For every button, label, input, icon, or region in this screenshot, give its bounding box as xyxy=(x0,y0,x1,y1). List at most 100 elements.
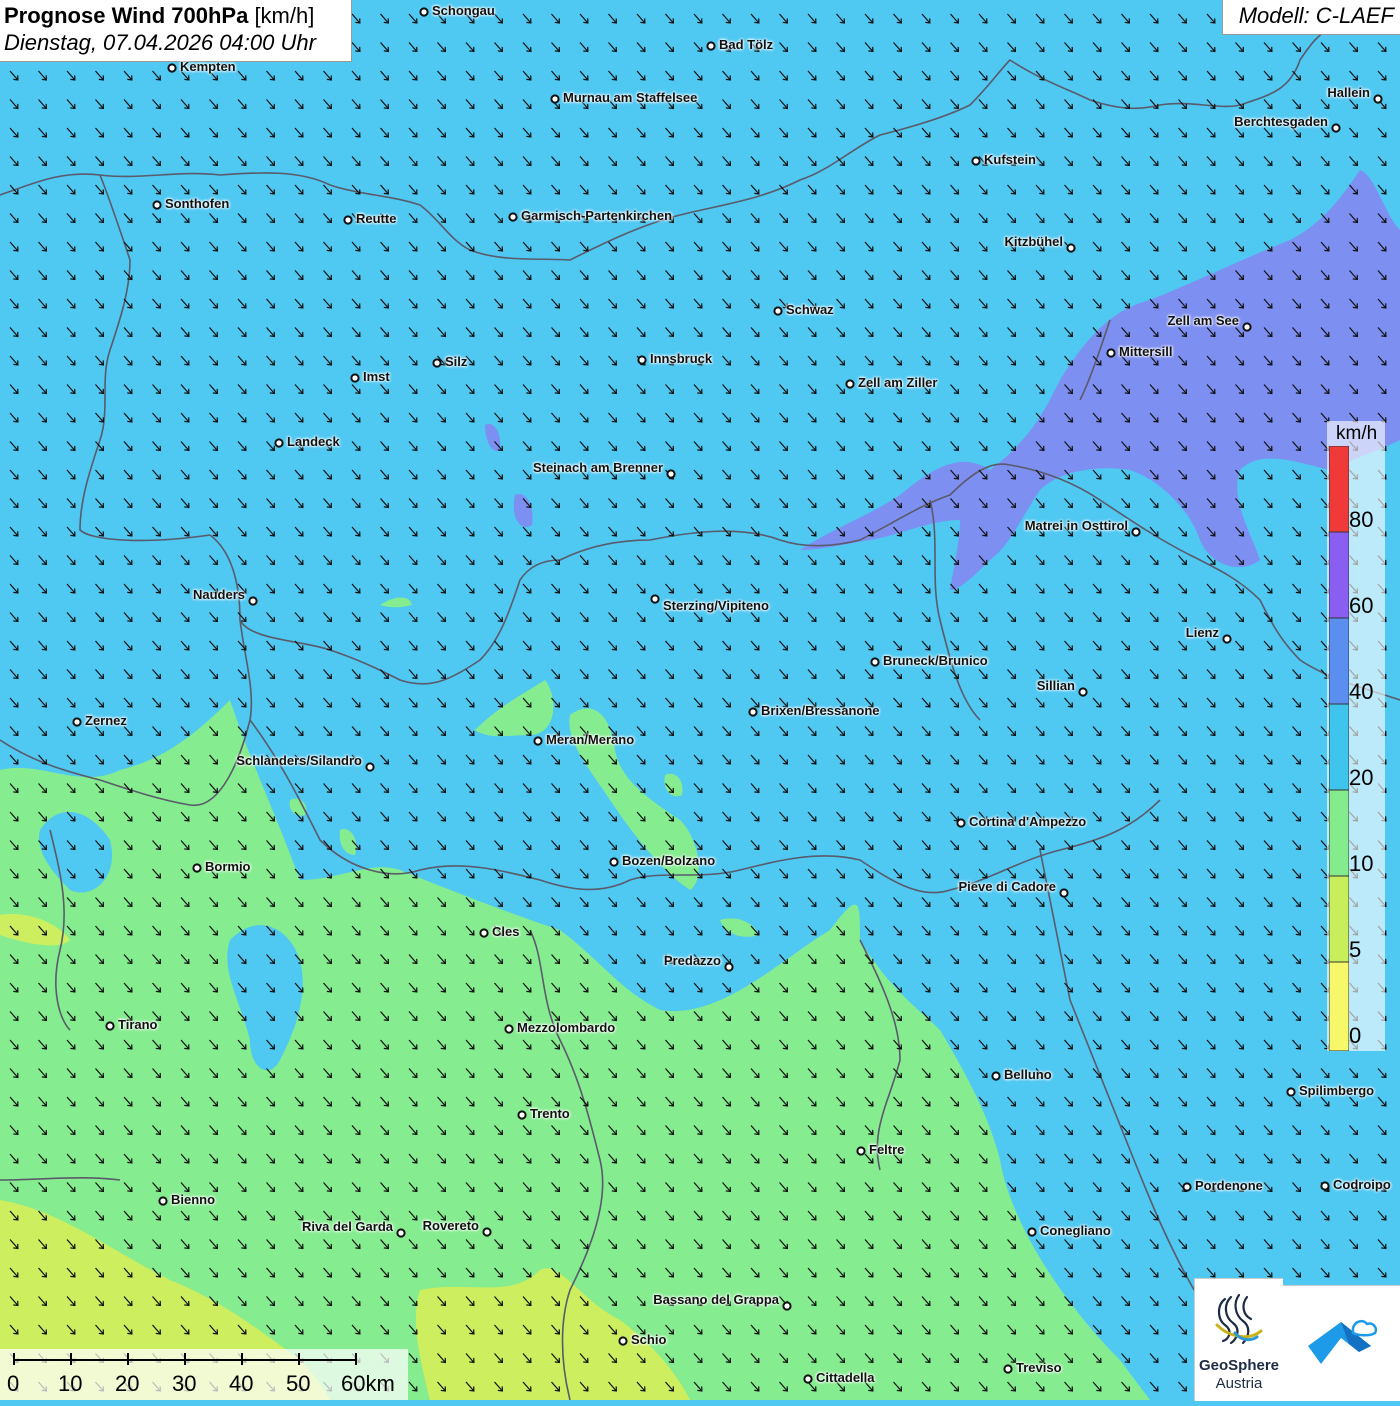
city-marker xyxy=(432,358,442,368)
city-label: Schongau xyxy=(432,3,495,18)
city-label: Codroipo xyxy=(1333,1177,1391,1192)
org-name: GeoSphere xyxy=(1198,1357,1280,1374)
city-label: Zernez xyxy=(85,713,127,728)
city-label: Pordenone xyxy=(1195,1178,1263,1193)
scale-label: 10 xyxy=(58,1371,83,1396)
city-label: Conegliano xyxy=(1040,1223,1111,1238)
map-title-box: Prognose Wind 700hPa [km/h] Dienstag, 07… xyxy=(0,0,352,62)
city-marker xyxy=(956,818,966,828)
city-marker xyxy=(748,707,758,717)
scale-label: 60km xyxy=(341,1371,395,1396)
city-marker xyxy=(803,1374,813,1384)
city-label: Innsbruck xyxy=(650,351,713,366)
scale-label: 20 xyxy=(115,1371,140,1396)
city-label: Riva del Garda xyxy=(301,1219,393,1234)
city-label: Feltre xyxy=(869,1142,905,1157)
city-marker xyxy=(1066,243,1076,253)
city-marker xyxy=(724,962,734,972)
city-marker xyxy=(365,762,375,772)
city-marker xyxy=(1106,348,1116,358)
city-label: Lienz xyxy=(1185,625,1219,640)
scale-bar: 0 10 20 30 40 50 60km xyxy=(0,1349,408,1400)
city-marker xyxy=(482,1227,492,1237)
city-label: Imst xyxy=(363,369,390,384)
scale-label: 0 xyxy=(7,1371,20,1396)
geosphere-logo[interactable]: GeoSphere Austria xyxy=(1194,1278,1283,1401)
scale-tick xyxy=(13,1353,15,1365)
city-marker xyxy=(72,717,82,727)
city-label: Matrei in Osttirol xyxy=(1024,518,1128,533)
city-label: Zell am See xyxy=(1167,313,1239,328)
scale-label: 50 xyxy=(286,1371,311,1396)
app-logo[interactable] xyxy=(1283,1285,1400,1401)
legend-label-5: 5 xyxy=(1349,937,1362,962)
city-label: Bad Tölz xyxy=(719,37,774,52)
map-title: Prognose Wind 700hPa [km/h] xyxy=(4,3,347,29)
city-marker xyxy=(550,94,560,104)
city-marker xyxy=(350,373,360,383)
model-label: Modell: C-LAEF xyxy=(1222,0,1400,35)
app-cloud-arrow-icon xyxy=(1308,1319,1378,1364)
scale-tick xyxy=(184,1353,186,1365)
city-label: Murnau am Staffelsee xyxy=(563,90,698,105)
city-marker xyxy=(504,1024,514,1034)
city-marker xyxy=(1286,1087,1296,1097)
city-label: Kitzbühel xyxy=(1004,234,1064,249)
city-label: Silz xyxy=(445,354,468,369)
city-marker xyxy=(274,438,284,448)
city-label: Nauders xyxy=(192,587,245,602)
legend-label-60: 60 xyxy=(1349,593,1374,618)
city-marker xyxy=(618,1336,628,1346)
geosphere-emblem-icon xyxy=(1215,1293,1263,1345)
title-main: Prognose Wind 700hPa xyxy=(4,3,249,28)
city-marker xyxy=(517,1110,527,1120)
city-label: Sonthofen xyxy=(165,196,230,211)
city-label: Schlanders/Silandro xyxy=(236,753,362,768)
city-marker xyxy=(248,596,258,606)
city-marker xyxy=(396,1228,406,1238)
city-marker xyxy=(870,657,880,667)
city-marker xyxy=(637,355,647,365)
city-marker xyxy=(782,1301,792,1311)
city-label: Kufstein xyxy=(984,152,1036,167)
city-marker xyxy=(1320,1181,1330,1191)
city-label: Landeck xyxy=(287,434,340,449)
city-label: Cles xyxy=(492,924,520,939)
city-label: Garmisch-Partenkirchen xyxy=(521,208,673,223)
city-marker xyxy=(706,41,716,51)
city-marker xyxy=(152,200,162,210)
city-marker xyxy=(650,594,660,604)
legend-label-10: 10 xyxy=(1349,851,1374,876)
city-marker xyxy=(773,306,783,316)
city-label: Mezzolombardo xyxy=(517,1020,616,1035)
city-label: Kempten xyxy=(180,59,236,74)
city-marker xyxy=(991,1071,1001,1081)
forecast-datetime: Dienstag, 07.04.2026 04:00 Uhr xyxy=(4,30,316,55)
city-label: Berchtesgaden xyxy=(1234,114,1328,129)
city-label: Trento xyxy=(530,1106,570,1121)
city-label: Hallein xyxy=(1327,85,1370,100)
scale-tick xyxy=(127,1353,129,1365)
city-label: Steinach am Brenner xyxy=(532,460,663,475)
city-marker xyxy=(1078,687,1088,697)
city-marker xyxy=(533,736,543,746)
city-marker xyxy=(1003,1364,1013,1374)
scale-tick xyxy=(70,1353,72,1365)
city-marker xyxy=(105,1021,115,1031)
org-country: Austria xyxy=(1215,1375,1263,1392)
city-label: Sillian xyxy=(1036,678,1075,693)
city-label: Mittersill xyxy=(1119,344,1173,359)
city-marker xyxy=(845,379,855,389)
scale-label: 30 xyxy=(172,1371,197,1396)
legend-label-40: 40 xyxy=(1349,679,1374,704)
city-marker xyxy=(1242,322,1252,332)
city-label: Meran/Merano xyxy=(546,732,635,747)
city-marker xyxy=(1182,1182,1192,1192)
city-marker xyxy=(666,469,676,479)
city-marker xyxy=(856,1146,866,1156)
city-label: Bormio xyxy=(205,859,251,874)
legend-color-bar xyxy=(1329,446,1349,1051)
city-marker xyxy=(971,156,981,166)
city-label: Tirano xyxy=(118,1017,158,1032)
city-label: Pieve di Cadore xyxy=(958,879,1056,894)
